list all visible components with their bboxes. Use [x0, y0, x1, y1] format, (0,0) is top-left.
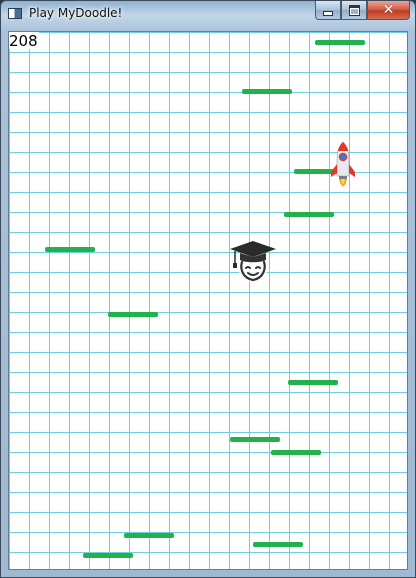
doodler-graduate-icon: [230, 241, 276, 282]
platform: [124, 533, 174, 538]
platform: [45, 247, 95, 252]
platform: [108, 312, 158, 317]
game-window: Play MyDoodle! ✕ 208: [0, 0, 416, 578]
close-icon: ✕: [382, 2, 395, 18]
title-bar[interactable]: Play MyDoodle! ✕: [1, 1, 415, 27]
maximize-icon: [348, 4, 360, 16]
minimize-icon: [323, 10, 333, 16]
platform: [230, 437, 280, 442]
platform: [242, 89, 292, 94]
platform: [284, 212, 334, 217]
minimize-button[interactable]: [315, 1, 341, 20]
platform: [83, 553, 133, 558]
close-button[interactable]: ✕: [367, 1, 410, 20]
window-app-icon[interactable]: [8, 8, 22, 19]
window-title: Play MyDoodle!: [29, 6, 123, 20]
platform: [315, 40, 365, 45]
platform: [253, 542, 303, 547]
platform: [271, 450, 321, 455]
score-counter: 208: [9, 32, 39, 50]
platform: [288, 380, 338, 385]
maximize-button[interactable]: [341, 1, 367, 20]
game-canvas[interactable]: 208: [8, 31, 408, 570]
caption-buttons: ✕: [315, 1, 410, 21]
rocket-icon: [331, 141, 355, 187]
